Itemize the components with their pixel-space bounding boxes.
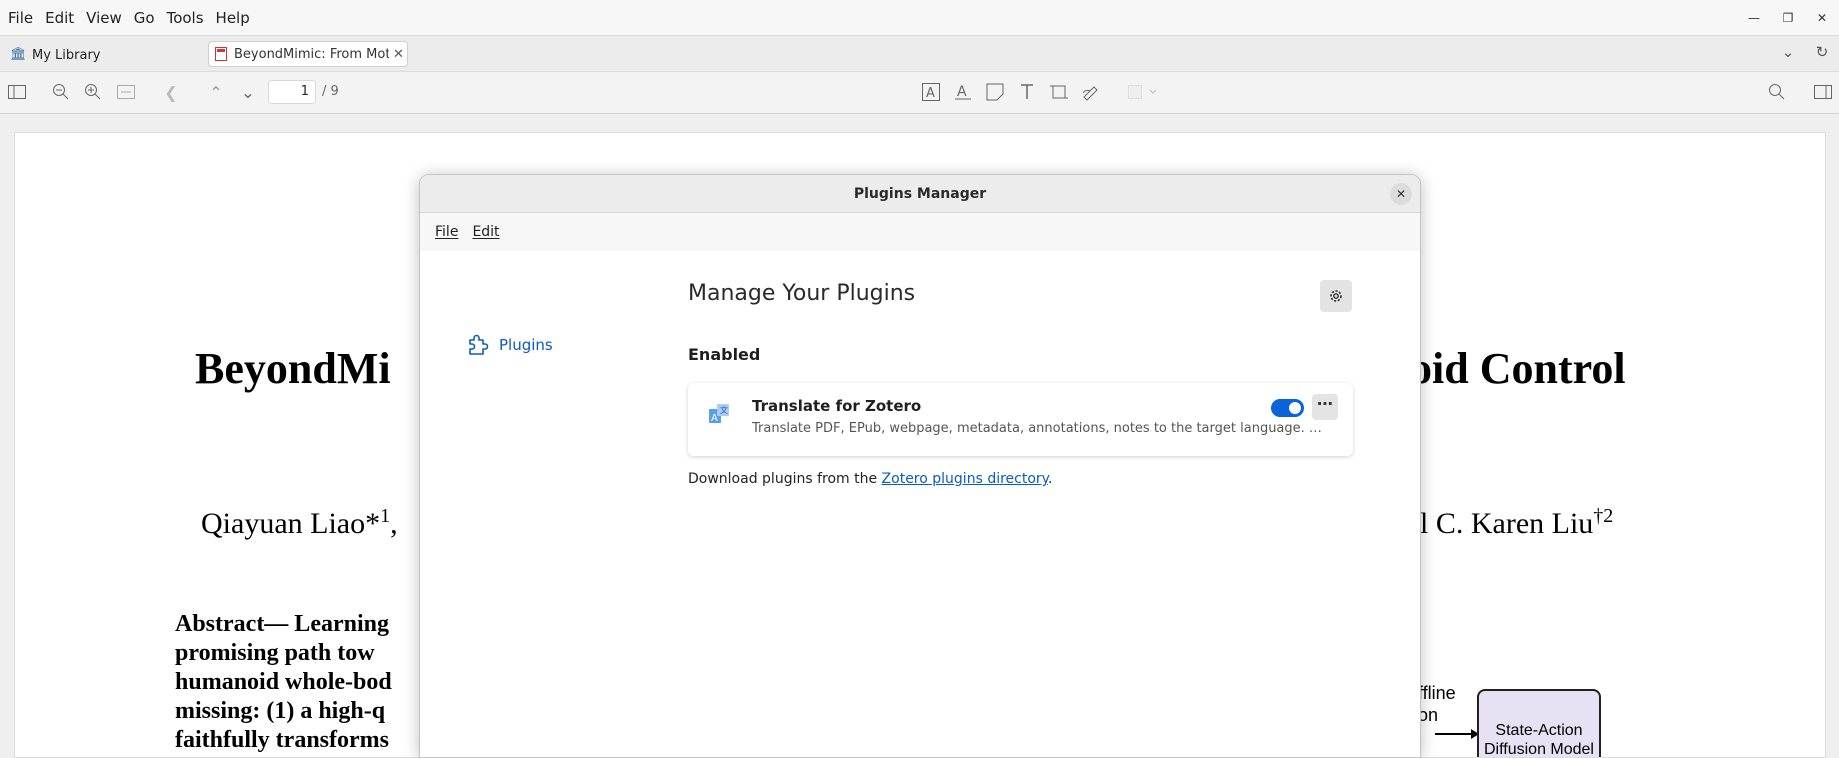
zoom-out-icon[interactable] — [50, 81, 72, 103]
color-picker[interactable] — [1128, 81, 1162, 103]
menu-help[interactable]: Help — [216, 9, 250, 27]
diagram-box: State-Action Diffusion Model — [1477, 689, 1601, 758]
dialog-close-icon[interactable]: ✕ — [1390, 183, 1412, 205]
abstract-line-2: promising path tow — [175, 640, 375, 666]
pdf-author-name-right: l C. Karen Liu — [1420, 507, 1594, 540]
page-total: / 9 — [322, 84, 339, 99]
enabled-section-heading: Enabled — [688, 345, 761, 364]
plugins-directory-link[interactable]: Zotero plugins directory — [882, 471, 1048, 487]
page-heading: Manage Your Plugins — [688, 281, 916, 306]
pdf-authors-left: Qiayuan Liao*1, — [201, 505, 398, 541]
dialog-menubar: File Edit — [420, 213, 1420, 251]
area-select-icon[interactable] — [1048, 81, 1070, 103]
back-icon[interactable]: ❮ — [160, 81, 182, 103]
plugin-name: Translate for Zotero — [752, 397, 922, 415]
diagram-label-2: on — [1418, 705, 1439, 725]
pdf-author-sup-right: †2 — [1593, 505, 1614, 527]
diagram-box-line-2: Diffusion Model — [1484, 741, 1594, 758]
pdf-authors-right: l C. Karen Liu†2 — [1420, 505, 1613, 541]
abstract-line-4: missing: (1) a high-q — [175, 698, 386, 724]
pdf-author-sup-left: 1 — [380, 505, 391, 527]
app-menubar: File Edit View Go Tools Help — ❐ ✕ — [0, 0, 1839, 35]
menu-tools[interactable]: Tools — [167, 9, 204, 27]
diagram-box-line-1: State-Action — [1495, 722, 1583, 739]
sidebar-item-plugins-label: Plugins — [499, 336, 553, 354]
dialog-title: Plugins Manager — [853, 186, 987, 202]
abstract-line-1: Abstract— Learning — [175, 611, 389, 637]
svg-text:A: A — [926, 86, 935, 101]
download-prefix: Download plugins from the — [688, 471, 882, 487]
tab-my-library-label: My Library — [32, 47, 101, 63]
sync-icon[interactable]: ↻ — [1805, 43, 1839, 61]
tab-my-library[interactable]: 🏛 My Library — [10, 44, 101, 66]
svg-text:A: A — [957, 84, 967, 100]
next-page-icon[interactable]: ⌄ — [237, 81, 259, 103]
tab-document[interactable]: BeyondMimic: From Motion ✕ — [208, 41, 408, 67]
minimize-icon[interactable]: — — [1737, 11, 1771, 25]
sidebar-item-plugins[interactable]: Plugins — [467, 333, 553, 357]
plugin-description: Translate PDF, EPub, webpage, metadata, … — [752, 421, 1327, 436]
text-icon[interactable] — [1016, 81, 1038, 103]
diagram-label-1: ffline — [1418, 683, 1456, 703]
diagram-arrow — [1435, 729, 1479, 739]
underline-text-icon[interactable]: A — [952, 81, 974, 103]
plugin-enabled-toggle[interactable] — [1271, 399, 1304, 417]
pdf-author-comma: , — [390, 507, 398, 540]
puzzle-icon — [469, 334, 489, 355]
plugin-card[interactable]: A 文 Translate for Zotero Translate PDF, … — [688, 383, 1353, 456]
pdf-title-fragment-right: oid Control — [1410, 344, 1626, 393]
zoom-in-icon[interactable] — [82, 81, 104, 103]
abstract-line-3: humanoid whole-bod — [175, 669, 392, 695]
tab-document-label: BeyondMimic: From Motion — [234, 46, 389, 62]
menu-file[interactable]: File — [8, 9, 33, 27]
highlight-text-icon[interactable]: A — [920, 81, 942, 103]
search-icon[interactable] — [1766, 81, 1788, 103]
dialog-titlebar: Plugins Manager ✕ — [420, 175, 1420, 213]
menu-go[interactable]: Go — [134, 9, 155, 27]
abstract-line-5: faithfully transforms — [175, 727, 389, 753]
svg-text:文: 文 — [720, 405, 728, 415]
download-plugins-text: Download plugins from the Zotero plugins… — [688, 471, 1052, 487]
close-window-icon[interactable]: ✕ — [1805, 11, 1839, 25]
previous-page-icon[interactable]: ⌃ — [205, 81, 227, 103]
tab-bar: 🏛 My Library BeyondMimic: From Motion ✕ … — [0, 35, 1839, 72]
pdf-author-name-left: Qiayuan Liao* — [201, 507, 381, 540]
translate-icon: A 文 — [709, 404, 729, 424]
close-tab-icon[interactable]: ✕ — [393, 47, 404, 62]
svg-text:A: A — [711, 413, 718, 424]
fit-width-icon[interactable] — [115, 81, 137, 103]
gear-icon — [1330, 290, 1342, 302]
page-number-input[interactable]: 1 — [268, 80, 316, 104]
dialog-menu-edit[interactable]: Edit — [472, 224, 499, 240]
toggle-sidebar-icon[interactable] — [6, 81, 28, 103]
download-suffix: . — [1047, 471, 1053, 487]
menu-view[interactable]: View — [86, 9, 122, 27]
menu-edit[interactable]: Edit — [45, 9, 74, 27]
chevron-down-icon[interactable]: ⌄ — [1771, 43, 1805, 61]
restore-icon[interactable]: ❐ — [1771, 11, 1805, 25]
pdf-title-fragment-left: BeyondMi — [195, 344, 391, 393]
reader-toolbar: ❮ ⌃ ⌄ 1 / 9 A A — [0, 72, 1839, 114]
dialog-menu-file[interactable]: File — [435, 224, 458, 240]
note-icon[interactable] — [984, 81, 1006, 103]
plugin-more-options-icon[interactable]: ⋯ — [1312, 394, 1338, 420]
plugins-manager-dialog: Plugins Manager ✕ File Edit Plugins Mana… — [419, 174, 1421, 758]
library-icon: 🏛 — [10, 47, 27, 62]
pdf-file-icon — [215, 47, 227, 61]
context-pane-icon[interactable] — [1812, 81, 1834, 103]
settings-button[interactable] — [1320, 280, 1352, 312]
window-controls: — ❐ ✕ — [1737, 0, 1839, 35]
draw-icon[interactable] — [1080, 81, 1102, 103]
